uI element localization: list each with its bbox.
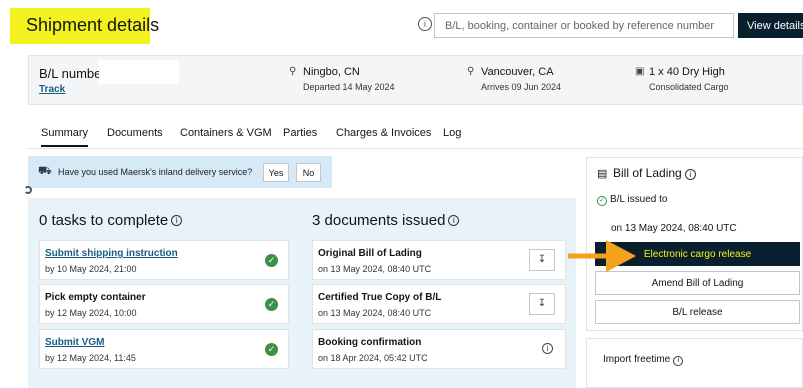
tasks-heading-text: 0 tasks to complete (39, 212, 169, 229)
bl-issued-text: B/L issued to (610, 194, 668, 205)
document-title: Booking confirmation (318, 337, 422, 348)
origin-location: ⚲ Ningbo, CN Departed 14 May 2024 (289, 66, 395, 92)
tab-documents[interactable]: Documents (107, 127, 163, 139)
task-date: by 12 May 2024, 11:45 (45, 353, 136, 363)
location-pin-icon: ⚲ (467, 66, 475, 77)
destination-arrival: Arrives 09 Jun 2024 (481, 82, 562, 92)
redacted-bl-number (99, 60, 179, 84)
download-icon[interactable]: ↧ (529, 293, 555, 315)
document-title: Original Bill of Lading (318, 248, 422, 259)
freetime-heading-text: Import freetime (603, 354, 671, 365)
task-title[interactable]: Submit shipping instruction (45, 248, 178, 259)
freetime-heading: Import freetime i (603, 354, 684, 366)
inland-delivery-banner: ⛟ Have you used Maersk's inland delivery… (28, 156, 332, 188)
document-title: Certified True Copy of B/L (318, 292, 442, 303)
tab-containers-vgm[interactable]: Containers & VGM (180, 127, 272, 139)
check-circle-icon: ✓ (265, 254, 278, 267)
tasks-documents-panel: 0 tasks to complete i Submit shipping ins… (28, 198, 576, 388)
yes-button[interactable]: Yes (263, 163, 289, 182)
download-icon[interactable]: ↧ (529, 249, 555, 271)
tab-log[interactable]: Log (443, 127, 461, 139)
import-freetime-card: Import freetime i (586, 338, 803, 388)
bol-heading-text: Bill of Lading (613, 166, 682, 180)
destination-location: ⚲ Vancouver, CA Arrives 09 Jun 2024 (467, 66, 561, 92)
origin-departure: Departed 14 May 2024 (303, 82, 395, 92)
check-circle-icon: ✓ (265, 343, 278, 356)
document-card: Original Bill of Lading on 13 May 2024, … (312, 240, 566, 280)
container-icon: ▣ (635, 66, 645, 77)
task-card: Submit shipping instruction by 10 May 20… (39, 240, 289, 280)
task-date: by 10 May 2024, 21:00 (45, 264, 137, 274)
annotation-arrow-icon (568, 240, 636, 272)
info-icon[interactable]: i (684, 169, 696, 180)
document-card: Booking confirmation on 18 Apr 2024, 05:… (312, 329, 566, 369)
task-card: Pick empty container by 12 May 2024, 10:… (39, 284, 289, 324)
check-circle-icon: ✓ (597, 196, 607, 206)
no-button[interactable]: No (296, 163, 321, 182)
info-icon[interactable]: i (673, 356, 684, 366)
location-pin-icon: ⚲ (289, 66, 297, 77)
track-link[interactable]: Track (39, 84, 65, 95)
tab-summary[interactable]: Summary (41, 127, 89, 147)
container-type: 1 x 40 Dry High (649, 66, 725, 78)
task-date: by 12 May 2024, 10:00 (45, 308, 137, 318)
origin-city: Ningbo, CN (303, 66, 360, 78)
destination-city: Vancouver, CA (481, 66, 554, 78)
info-icon[interactable]: i (448, 215, 460, 226)
page-title: Shipment details (26, 15, 160, 35)
reference-search-input[interactable] (434, 13, 734, 38)
tasks-heading: 0 tasks to complete i (39, 212, 183, 229)
document-icon: ▤ (597, 168, 608, 180)
document-date: on 18 Apr 2024, 05:42 UTC (318, 353, 428, 363)
documents-heading: 3 documents issued i (312, 212, 460, 229)
tab-parties[interactable]: Parties (283, 127, 317, 139)
info-icon[interactable]: i (418, 17, 432, 31)
bol-heading: Bill of Lading i (613, 166, 696, 180)
arrow-head (606, 240, 636, 272)
task-title[interactable]: Submit VGM (45, 337, 104, 348)
truck-icon: ⛟ (38, 165, 52, 177)
cargo-type: Consolidated Cargo (649, 82, 729, 92)
tab-charges-invoices[interactable]: Charges & Invoices (336, 127, 431, 139)
bl-issued-status: ✓ B/L issued to (597, 194, 667, 206)
bl-issued-date: on 13 May 2024, 08:40 UTC (611, 223, 737, 234)
documents-heading-text: 3 documents issued (312, 212, 446, 229)
bl-number-label: B/L number (39, 66, 106, 81)
view-details-button[interactable]: View details (738, 13, 803, 38)
info-icon[interactable]: i (171, 215, 183, 226)
info-icon[interactable]: i (542, 343, 553, 354)
cargo-info: ▣ 1 x 40 Dry High Consolidated Cargo (635, 66, 729, 92)
shipment-summary-card: B/L number Track ⚲ Ningbo, CN Departed 1… (28, 55, 803, 105)
partial-circle-icon (24, 186, 32, 194)
document-date: on 13 May 2024, 08:40 UTC (318, 264, 432, 274)
tab-bar: Summary Documents Containers & VGM Parti… (28, 125, 803, 149)
document-date: on 13 May 2024, 08:40 UTC (318, 308, 432, 318)
banner-question: Have you used Maersk's inland delivery s… (58, 167, 253, 177)
task-card: Submit VGM by 12 May 2024, 11:45 ✓ (39, 329, 289, 369)
document-card: Certified True Copy of B/L on 13 May 202… (312, 284, 566, 324)
bl-release-button[interactable]: B/L release (595, 300, 800, 324)
task-title: Pick empty container (45, 292, 146, 303)
check-circle-icon: ✓ (265, 298, 278, 311)
